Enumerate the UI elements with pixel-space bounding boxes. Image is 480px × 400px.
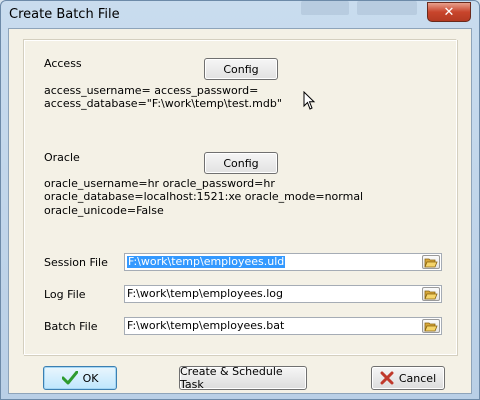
access-config-button[interactable]: Config: [204, 58, 278, 80]
oracle-heading: Oracle: [44, 151, 80, 164]
session-file-field[interactable]: F:\work\temp\employees.uld: [124, 253, 442, 271]
oracle-credentials-text: oracle_username=hr oracle_password=hr: [44, 177, 275, 190]
log-file-field[interactable]: F:\work\temp\employees.log: [124, 285, 442, 303]
session-browse-button[interactable]: [422, 255, 440, 269]
folder-open-icon: [424, 322, 438, 331]
access-heading: Access: [44, 57, 82, 70]
cancel-label: Cancel: [398, 371, 437, 385]
folder-open-icon: [424, 258, 438, 267]
batch-file-label: Batch File: [44, 320, 98, 333]
dialog-client-area: Access Config access_username= access_pa…: [8, 28, 472, 394]
mouse-pointer-icon: [303, 91, 316, 110]
log-file-label: Log File: [44, 288, 86, 301]
oracle-unicode-text: oracle_unicode=False: [44, 204, 164, 217]
background-window-ghost: [357, 1, 417, 15]
settings-group: Access Config access_username= access_pa…: [23, 39, 457, 355]
x-icon: [380, 371, 394, 385]
access-credentials-text: access_username= access_password=: [44, 84, 259, 97]
ok-button[interactable]: OK: [43, 366, 117, 390]
window-title: Create Batch File: [9, 7, 120, 22]
close-button[interactable]: ✕: [427, 2, 471, 22]
cancel-button[interactable]: Cancel: [371, 366, 445, 390]
create-schedule-task-label: Create & Schedule Task: [180, 365, 283, 391]
oracle-config-button[interactable]: Config: [204, 152, 278, 174]
close-icon: ✕: [443, 4, 455, 20]
title-bar[interactable]: Create Batch File ✕: [1, 1, 479, 29]
log-file-value: F:\work\temp\employees.log: [127, 287, 283, 300]
ok-label: OK: [82, 371, 99, 385]
oracle-database-text: oracle_database=localhost:1521:xe oracle…: [44, 190, 364, 203]
create-schedule-task-button[interactable]: Create & Schedule Task: [179, 365, 307, 391]
dialog-window: Create Batch File ✕ Access Config access…: [0, 0, 480, 400]
session-file-label: Session File: [44, 256, 108, 269]
batch-file-field[interactable]: F:\work\temp\employees.bat: [124, 317, 442, 335]
checkmark-icon: [61, 371, 78, 385]
batch-file-value: F:\work\temp\employees.bat: [127, 319, 285, 332]
batch-browse-button[interactable]: [422, 319, 440, 333]
folder-open-icon: [424, 290, 438, 299]
access-database-text: access_database="F:\work\temp\test.mdb": [44, 97, 282, 110]
session-file-value: F:\work\temp\employees.uld: [127, 255, 286, 268]
log-browse-button[interactable]: [422, 287, 440, 301]
background-window-ghost: [301, 1, 349, 15]
